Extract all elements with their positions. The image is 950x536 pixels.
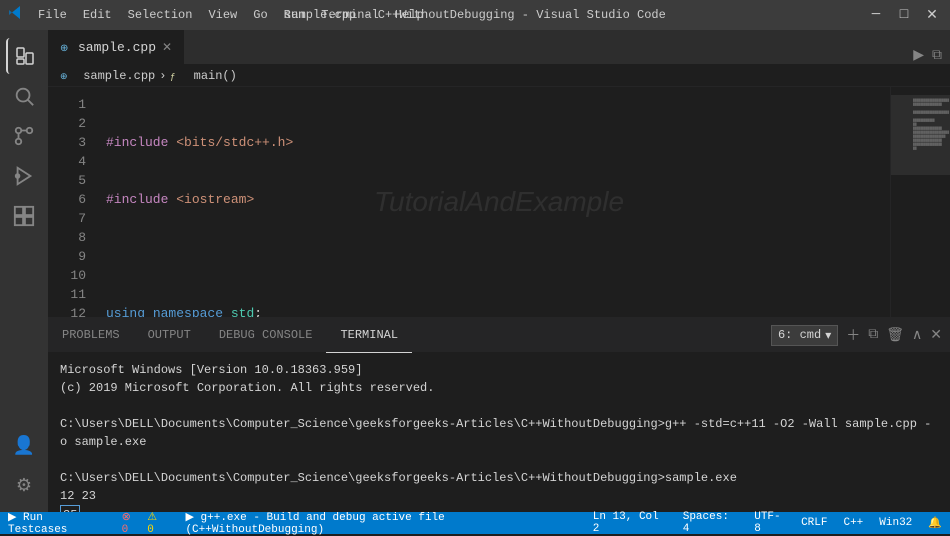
sidebar-item-explorer[interactable] (6, 38, 42, 74)
breadcrumb-separator: › (159, 69, 166, 83)
minimap-content: ████████████████████ ████████████████ ██… (891, 87, 950, 163)
split-editor-icon[interactable]: ⧉ (932, 48, 942, 64)
maximize-button[interactable]: □ (894, 7, 914, 24)
menu-view[interactable]: View (202, 6, 243, 24)
minimap: ████████████████████ ████████████████ ██… (890, 87, 950, 317)
status-right: Ln 13, Col 2 Spaces: 4 UTF-8 CRLF C++ Wi… (585, 512, 950, 534)
sidebar-item-source-control[interactable] (6, 118, 42, 154)
tab-output[interactable]: OUTPUT (134, 318, 205, 353)
status-position[interactable]: Ln 13, Col 2 (585, 512, 675, 534)
menu-go[interactable]: Go (247, 6, 273, 24)
terminal-line-5 (60, 451, 938, 469)
terminal-line-7: 12 23 (60, 487, 938, 505)
app-icon (8, 5, 24, 26)
chevron-down-icon: ▾ (825, 328, 831, 343)
breadcrumb-symbol[interactable]: ƒ main() (170, 69, 236, 83)
breadcrumb: ⊕ sample.cpp › ƒ main() (48, 65, 950, 87)
status-errors[interactable]: ⊗ 0 ⚠ 0 (114, 512, 178, 534)
code-line-4: using namespace std; (106, 304, 890, 317)
code-line-3 (106, 247, 890, 266)
close-panel-button[interactable]: ✕ (930, 327, 942, 344)
tab-problems[interactable]: PROBLEMS (48, 318, 134, 353)
terminal-content[interactable]: Microsoft Windows [Version 10.0.18363.95… (48, 353, 950, 512)
menu-selection[interactable]: Selection (122, 6, 199, 24)
run-testcases-label: ▶ Run Testcases (8, 510, 106, 536)
error-count: ⊗ 0 (122, 510, 144, 536)
maximize-panel-button[interactable]: ∧ (912, 327, 922, 344)
terminal-line-4: C:\Users\DELL\Documents\Computer_Science… (60, 415, 938, 451)
add-terminal-button[interactable]: ＋ (846, 325, 860, 345)
kill-terminal-button[interactable]: 🗑 (886, 327, 904, 344)
status-encoding[interactable]: UTF-8 (746, 512, 793, 534)
window-title: sample.cpp - C++WithoutDebugging - Visua… (284, 8, 666, 22)
tab-actions: ▶ ⧉ (913, 47, 950, 64)
activity-bar-bottom: 👤 ⚙ (6, 428, 42, 512)
terminal-line-2: (c) 2019 Microsoft Corporation. All righ… (60, 379, 938, 397)
editor-area: ⊕ sample.cpp ✕ ▶ ⧉ ⊕ sample.cpp › ƒ (48, 30, 950, 512)
tab-bar: ⊕ sample.cpp ✕ ▶ ⧉ (48, 30, 950, 65)
run-debug-icon[interactable]: ▶ (913, 47, 924, 64)
terminal-dropdown[interactable]: 6: cmd ▾ (771, 325, 838, 346)
account-icon[interactable]: 👤 (6, 428, 42, 464)
panel: PROBLEMS OUTPUT DEBUG CONSOLE TERMINAL 6… (48, 317, 950, 512)
sidebar-item-extensions[interactable] (6, 198, 42, 234)
status-bar: ▶ Run Testcases ⊗ 0 ⚠ 0 ▶ g++.exe - Buil… (0, 512, 950, 534)
sidebar-item-debug[interactable] (6, 158, 42, 194)
code-line-1: #include <bits/stdc++.h> (106, 133, 890, 152)
code-line-2: #include <iostream> (106, 190, 890, 209)
status-platform[interactable]: Win32 (871, 512, 920, 534)
terminal-line-3 (60, 397, 938, 415)
tab-close-button[interactable]: ✕ (162, 40, 172, 55)
split-terminal-button[interactable]: ⧉ (868, 327, 878, 343)
status-spaces[interactable]: Spaces: 4 (675, 512, 747, 534)
activity-bar: 👤 ⚙ (0, 30, 48, 512)
terminal-line-1: Microsoft Windows [Version 10.0.18363.95… (60, 361, 938, 379)
status-build-info[interactable]: ▶ g++.exe - Build and debug active file … (177, 512, 584, 534)
svg-text:ƒ: ƒ (170, 72, 175, 81)
close-button[interactable]: ✕ (922, 7, 942, 24)
editor-tab-sample-cpp[interactable]: ⊕ sample.cpp ✕ (48, 30, 184, 64)
sidebar-item-search[interactable] (6, 78, 42, 114)
status-language[interactable]: C++ (835, 512, 871, 534)
status-left: ▶ Run Testcases ⊗ 0 ⚠ 0 ▶ g++.exe - Buil… (0, 512, 585, 534)
notification-bell-icon[interactable]: 🔔 (920, 512, 950, 534)
tab-debug-console[interactable]: DEBUG CONSOLE (205, 318, 327, 353)
minimize-button[interactable]: ─ (866, 7, 886, 24)
main-layout: 👤 ⚙ ⊕ sample.cpp ✕ ▶ ⧉ ⊕ (0, 30, 950, 512)
line-numbers: 1 2 3 4 5 6 7 8 9 10 11 12 13 (48, 87, 98, 317)
window-controls: ─ □ ✕ (866, 7, 942, 24)
tab-terminal[interactable]: TERMINAL (326, 318, 412, 353)
svg-text:⊕: ⊕ (60, 72, 68, 81)
status-line-ending[interactable]: CRLF (793, 512, 835, 534)
tab-label: sample.cpp (78, 40, 156, 55)
menu-file[interactable]: File (32, 6, 73, 24)
panel-tabs: PROBLEMS OUTPUT DEBUG CONSOLE TERMINAL 6… (48, 318, 950, 353)
code-content[interactable]: #include <bits/stdc++.h> #include <iostr… (98, 87, 890, 317)
code-editor[interactable]: 1 2 3 4 5 6 7 8 9 10 11 12 13 #include <… (48, 87, 950, 317)
status-run-testcases[interactable]: ▶ Run Testcases (0, 512, 114, 534)
warning-count: ⚠ 0 (147, 510, 169, 536)
build-label: ▶ g++.exe - Build and debug active file … (185, 510, 576, 536)
title-bar: File Edit Selection View Go Run Terminal… (0, 0, 950, 30)
panel-actions: 6: cmd ▾ ＋ ⧉ 🗑 ∧ ✕ (771, 325, 950, 346)
settings-icon[interactable]: ⚙ (6, 468, 42, 504)
menu-edit[interactable]: Edit (77, 6, 118, 24)
svg-text:⊕: ⊕ (60, 44, 68, 53)
terminal-line-6: C:\Users\DELL\Documents\Computer_Science… (60, 469, 938, 487)
breadcrumb-file[interactable]: ⊕ sample.cpp (60, 69, 155, 83)
